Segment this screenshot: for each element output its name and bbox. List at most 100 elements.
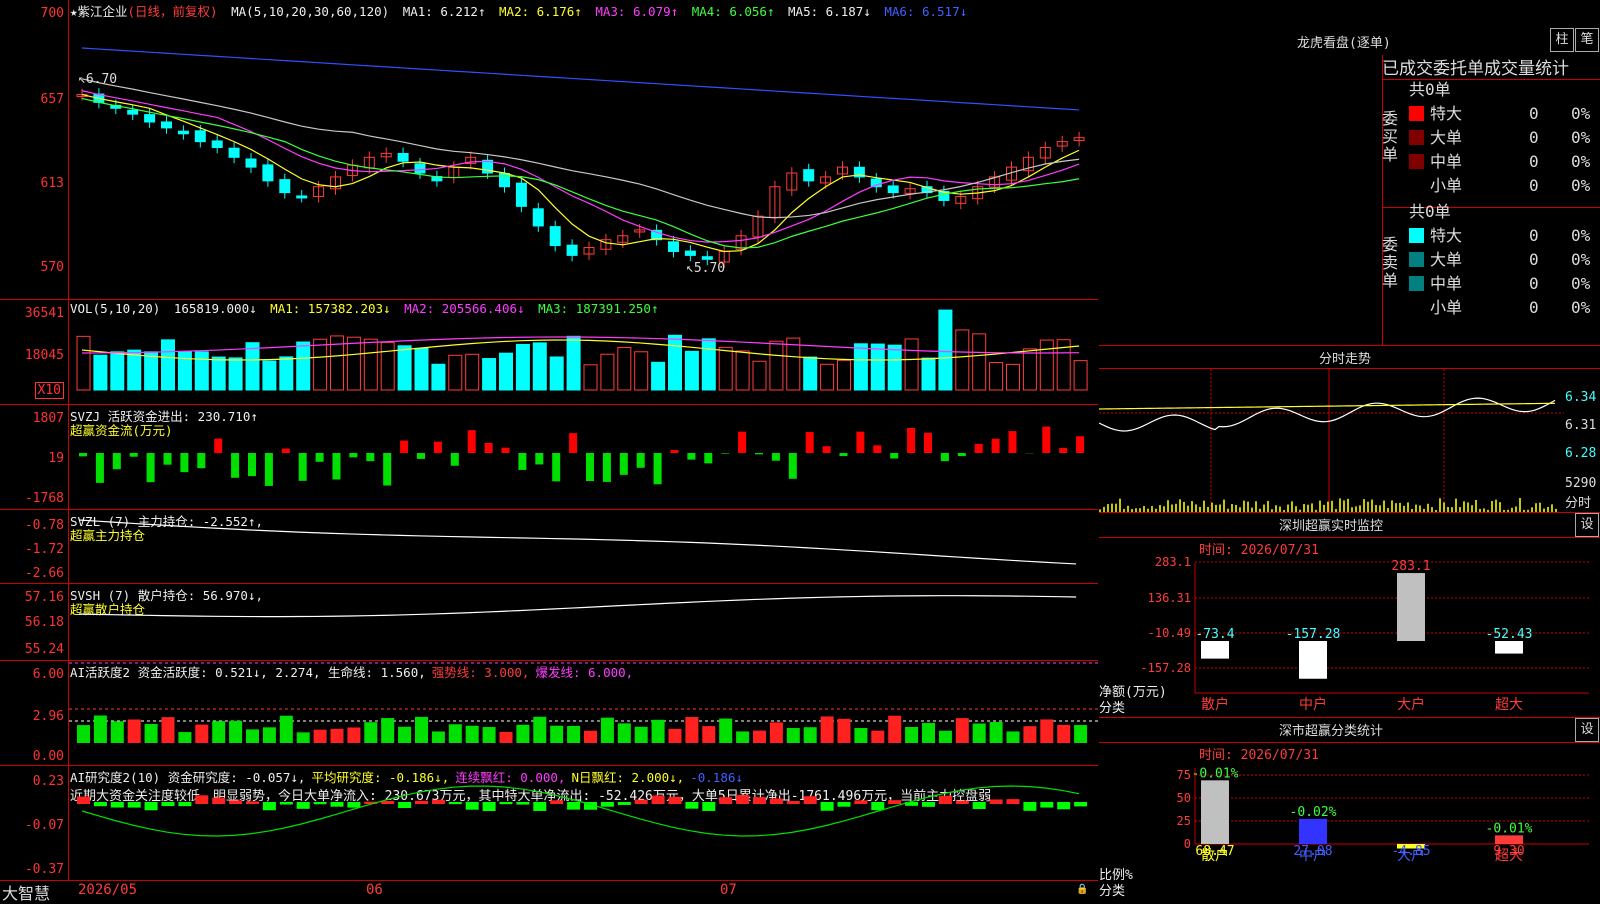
intraday-vol-bar: [1235, 505, 1237, 512]
intraday-vol-bar: [1331, 501, 1333, 512]
high-mark: 6.70: [86, 72, 117, 87]
intraday-vol-bar: [1099, 509, 1101, 512]
ai-activity-panel[interactable]: 6.00 2.96 0.00 AI活跃度2 资金活跃度: 0.521↓, 2.2…: [0, 661, 1098, 766]
intraday-vol-bar: [1455, 499, 1457, 512]
activity-bar: [128, 719, 141, 743]
intraday-vol-bar: [1387, 508, 1389, 512]
volume-bar: [618, 347, 631, 390]
candlestick-chart[interactable]: [69, 0, 1098, 299]
retail-position-chart[interactable]: [69, 584, 1098, 660]
research-bar: [550, 800, 563, 804]
flow-bar: [265, 453, 273, 486]
intraday-vol-bar: [1375, 505, 1377, 512]
lock-icon[interactable]: 🔒: [1076, 884, 1088, 895]
volume-bar: [702, 339, 715, 390]
low-mark: 5.70: [694, 261, 725, 276]
monitor-settings-button[interactable]: 设: [1575, 513, 1599, 537]
volume-bar: [263, 361, 276, 390]
flow-bar: [180, 453, 188, 472]
research-bar: [719, 797, 732, 804]
volume-bar: [297, 342, 310, 390]
activity-bar: [922, 723, 935, 743]
stat-settings-button[interactable]: 设: [1575, 718, 1599, 742]
activity-bar: [821, 716, 834, 743]
intraday-vol-bar: [1391, 500, 1393, 512]
avg-line: [1099, 403, 1555, 409]
y-tick: 25: [1177, 814, 1191, 828]
intraday-chart[interactable]: [1099, 369, 1564, 512]
volume-bar: [973, 334, 986, 390]
x-label-jul: 07: [720, 882, 737, 898]
tick-view-button[interactable]: 笔: [1575, 28, 1599, 52]
intraday-vol-bar: [1279, 507, 1281, 512]
flow-bar: [654, 453, 662, 484]
volume-unit: X10: [35, 382, 64, 399]
activity-bar: [905, 727, 918, 743]
research-bar: [195, 795, 208, 804]
research-chart[interactable]: [69, 766, 1098, 880]
volume-chart[interactable]: [69, 300, 1098, 404]
activity-bar: [753, 731, 766, 743]
volume-bar: [533, 343, 546, 390]
category-bar: [1397, 573, 1425, 641]
activity-bar: [1007, 731, 1020, 743]
intraday-vol-bar: [1407, 502, 1409, 512]
fund-flow-chart[interactable]: [69, 405, 1098, 509]
realtime-monitor-panel[interactable]: 深圳超赢实时监控 设 时间: 2026/07/31 净额(万元) 分类 283.…: [1099, 513, 1600, 718]
research-line: [82, 786, 1079, 836]
volume-bar: [635, 352, 648, 390]
y-tick: 50: [1177, 791, 1191, 805]
svzj-panel[interactable]: 1807 19 -1768 SVZJ 活跃资金进出: 230.710↑ 超赢资金…: [0, 405, 1098, 510]
intraday-vol-bar: [1199, 507, 1201, 512]
intraday-vol-bar: [1523, 510, 1525, 512]
sell-label: 委卖单: [1382, 236, 1404, 290]
research-bar: [77, 797, 90, 804]
intraday-vol-bar: [1495, 500, 1497, 512]
research-bar: [922, 802, 935, 807]
intraday-vol-bar: [1423, 509, 1425, 512]
volume-bar: [990, 363, 1003, 390]
flow-bar: [197, 453, 205, 468]
main-position-chart[interactable]: [69, 510, 1098, 583]
brand-label: 大智慧: [2, 880, 50, 904]
candle-body: [162, 122, 172, 128]
activity-bar: [483, 727, 496, 743]
intraday-vol-bar: [1463, 501, 1465, 512]
intraday-vol-bar: [1519, 498, 1521, 512]
flow-bar: [1076, 436, 1084, 453]
longhu-panel[interactable]: 龙虎看盘(逐单) 柱 笔 已成交委托单成交量统计 委买单 委卖单 共0单特大00…: [1099, 0, 1600, 346]
activity-bar: [516, 725, 529, 743]
volume-bar: [77, 336, 90, 390]
ai-research-panel[interactable]: 0.23 -0.07 -0.37 AI研究度2(10) 资金研究度: -0.05…: [0, 766, 1098, 881]
category-stat-panel[interactable]: 深市超赢分类统计 设 时间: 2026/07/31 比例% 分类 7550250…: [1099, 718, 1600, 900]
ratio-chart[interactable]: 7550250-0.01%散户68.47-0.02%中户27.08大户-4.85…: [1099, 758, 1600, 900]
activity-bar: [804, 727, 817, 743]
intraday-vol-bar: [1459, 507, 1461, 512]
svsh-panel[interactable]: 57.16 56.18 55.24 SVSH (7) 散户持仓: 56.970↓…: [0, 584, 1098, 661]
research-bar: [838, 802, 851, 807]
activity-bar: [415, 717, 428, 743]
volume-bar: [500, 353, 513, 390]
activity-bar: [297, 732, 310, 743]
svzl-panel[interactable]: -0.78 -1.72 -2.66 SVZL (7) 主力持仓: -2.552↑…: [0, 510, 1098, 584]
order-row: 特大00%: [1409, 224, 1599, 248]
flow-bar: [975, 444, 983, 453]
research-bar: [736, 795, 749, 804]
volume-bar: [905, 339, 918, 390]
intraday-vol-bar: [1535, 503, 1537, 512]
intraday-vol-bar: [1283, 510, 1285, 512]
activity-bar: [212, 721, 225, 743]
bar-view-button[interactable]: 柱: [1550, 28, 1574, 52]
bar-value: -0.01%: [1192, 766, 1239, 781]
activity-chart[interactable]: [69, 661, 1098, 765]
intraday-panel[interactable]: 分时走势 6.34 6.31 6.28 5290 分时: [1099, 346, 1600, 513]
intraday-vol-bar: [1351, 507, 1353, 512]
volume-bar: [1023, 349, 1036, 390]
volume-panel[interactable]: 36541 18045 X10 VOL(5,10,20) 165819.000↓…: [0, 300, 1098, 405]
net-amount-chart[interactable]: 283.1136.31-10.49-157.28-73.4散户-157.28中户…: [1099, 553, 1600, 717]
intraday-vol-bar: [1447, 507, 1449, 512]
research-bar: [939, 796, 952, 804]
price-panel[interactable]: 700 657 613 570 ★紫江企业(日线，前复权) MA(5,10,20…: [0, 0, 1098, 300]
intraday-vol-bar: [1367, 502, 1369, 512]
intraday-vol-bar: [1179, 499, 1181, 512]
